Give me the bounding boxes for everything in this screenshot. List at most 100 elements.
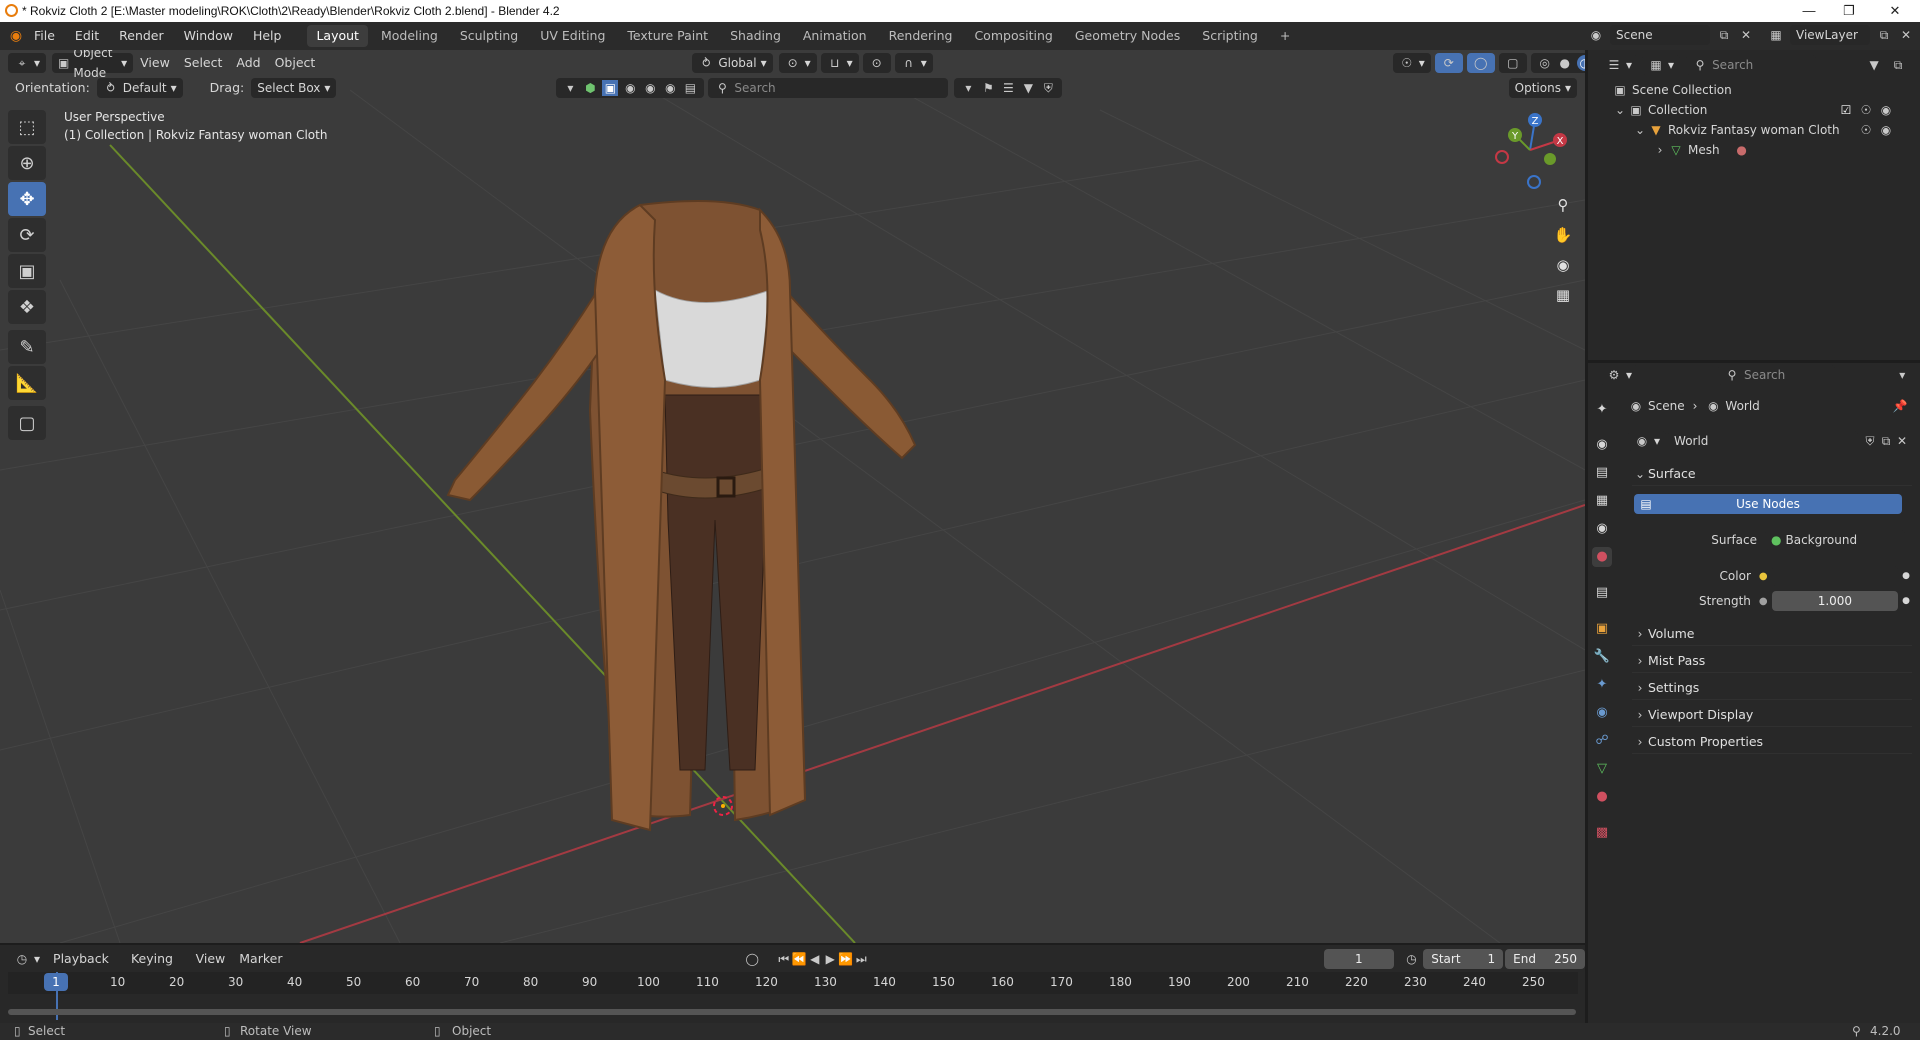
start-frame-field[interactable]: Start 1 bbox=[1423, 949, 1504, 969]
tab-layout[interactable]: Layout bbox=[307, 25, 368, 47]
perspective-toggle-icon[interactable]: ▦ bbox=[1550, 282, 1576, 308]
move-tool[interactable]: ✥ bbox=[8, 182, 46, 216]
physics-tab-icon[interactable]: ◉ bbox=[1592, 703, 1612, 723]
output-tab-icon[interactable]: ▤ bbox=[1592, 463, 1612, 483]
view-layer-tab-icon[interactable]: ▦ bbox=[1592, 491, 1612, 511]
select-box-tool[interactable]: ⬚ bbox=[8, 110, 46, 144]
outliner-row-object[interactable]: ⌄ ▼ Rokviz Fantasy woman Cloth ☉ ◉ bbox=[1632, 120, 1912, 140]
render-tab-icon[interactable]: ◉ bbox=[1592, 435, 1612, 455]
menu-file[interactable]: File bbox=[24, 25, 65, 47]
world-name-field[interactable]: World bbox=[1668, 431, 1859, 451]
collection-tab-icon[interactable]: ▤ bbox=[1592, 583, 1612, 603]
outliner-row-scene-collection[interactable]: ▣ Scene Collection bbox=[1612, 80, 1912, 100]
color-swatch[interactable] bbox=[1771, 566, 1899, 586]
playhead-frame-badge[interactable]: 1 bbox=[44, 973, 68, 991]
visibility-button[interactable]: ☉ ▾ bbox=[1392, 53, 1431, 73]
dropdown-icon[interactable]: ▾ bbox=[960, 80, 976, 96]
timeline-editor-type[interactable]: ◷ ▾ bbox=[8, 949, 47, 969]
navigation-gizmo[interactable]: Z X Y bbox=[1490, 110, 1570, 190]
use-nodes-button[interactable]: ▤ Use Nodes bbox=[1634, 494, 1902, 514]
delete-view-layer-icon[interactable]: ✕ bbox=[1898, 27, 1914, 43]
collapse-panel-icon[interactable]: ▾ bbox=[1895, 367, 1910, 383]
snap-button[interactable]: ⊔ ▾ bbox=[820, 53, 859, 73]
solid-icon[interactable]: ● bbox=[1557, 55, 1573, 71]
3d-viewport[interactable]: ⌖ ▾ ▣ Object Mode ▾ View Select Add Object … bbox=[0, 50, 1585, 943]
world-browse-button[interactable]: ◉ ▾ bbox=[1628, 431, 1667, 451]
tab-modeling[interactable]: Modeling bbox=[372, 25, 447, 47]
bookmark-icon[interactable]: ⚑ bbox=[980, 80, 996, 96]
marker-menu[interactable]: Marker bbox=[232, 949, 289, 969]
end-frame-field[interactable]: End 250 bbox=[1505, 949, 1586, 969]
preview-range-clock-icon[interactable]: ◷ bbox=[1404, 951, 1420, 967]
close-button[interactable]: ✕ bbox=[1872, 0, 1918, 22]
surface-panel-header[interactable]: ⌄ Surface bbox=[1632, 462, 1912, 486]
new-collection-icon[interactable]: ⧉ bbox=[1890, 57, 1906, 73]
add-workspace-button[interactable]: + bbox=[1271, 25, 1299, 47]
constraints-tab-icon[interactable]: ☍ bbox=[1592, 731, 1612, 751]
data-tab-icon[interactable]: ▽ bbox=[1592, 759, 1612, 779]
world-icon[interactable]: ◉ bbox=[662, 80, 678, 96]
tab-animation[interactable]: Animation bbox=[794, 25, 876, 47]
outliner-row-collection[interactable]: ⌄ ▣ Collection ☑ ☉ ◉ bbox=[1612, 100, 1912, 120]
new-view-layer-icon[interactable]: ⧉ bbox=[1876, 27, 1892, 43]
timeline-view-menu[interactable]: View bbox=[189, 949, 233, 969]
object-types-icon[interactable]: ⬢ bbox=[582, 80, 598, 96]
play-icon[interactable]: ▶ bbox=[822, 951, 838, 967]
playback-menu[interactable]: Playback ▾ bbox=[46, 949, 124, 986]
tab-texture-paint[interactable]: Texture Paint bbox=[618, 25, 717, 47]
viewport-search-field[interactable]: ⚲ Search bbox=[708, 78, 949, 98]
material-preview-icon[interactable]: ◑ bbox=[1576, 55, 1585, 71]
tab-compositing[interactable]: Compositing bbox=[965, 25, 1061, 47]
current-frame-field[interactable]: 1 bbox=[1323, 949, 1394, 969]
add-cube-tool[interactable]: ▢ bbox=[8, 406, 46, 440]
proportional-edit-button[interactable]: ⊙ bbox=[862, 53, 891, 73]
tab-scripting[interactable]: Scripting bbox=[1193, 25, 1267, 47]
rotate-tool[interactable]: ⟳ bbox=[8, 218, 46, 252]
collapse-chevron-icon[interactable]: ▾ bbox=[562, 80, 578, 96]
scene-tab-icon[interactable]: ◉ bbox=[1592, 519, 1612, 539]
wireframe-icon[interactable]: ◎ bbox=[1537, 55, 1553, 71]
transform-orientation-selector[interactable]: ⥁ Global ▾ bbox=[692, 53, 773, 73]
duplicate-icon[interactable]: ⧉ bbox=[1878, 433, 1894, 449]
object-tab-icon[interactable]: ▣ bbox=[1592, 619, 1612, 639]
strength-field[interactable]: 1.000 bbox=[1771, 591, 1899, 611]
blender-menu-icon[interactable]: ◉ bbox=[8, 28, 24, 44]
camera-view-icon[interactable]: ◉ bbox=[1550, 252, 1576, 278]
expand-chevron-icon[interactable]: ⌄ bbox=[1632, 122, 1648, 138]
transform-tool[interactable]: ❖ bbox=[8, 290, 46, 324]
node-icon[interactable]: ◉ bbox=[642, 80, 658, 96]
jump-start-icon[interactable]: ⏮ bbox=[776, 951, 792, 967]
measure-tool[interactable]: 📐 bbox=[8, 366, 46, 400]
select-menu[interactable]: Select bbox=[177, 53, 230, 73]
outliner-search-field[interactable]: ⚲ Search bbox=[1686, 55, 1817, 75]
xray-toggle[interactable]: ▢ bbox=[1498, 53, 1527, 73]
sphere-icon[interactable]: ◉ bbox=[622, 80, 638, 96]
world-tab-icon[interactable]: ● bbox=[1592, 547, 1612, 567]
menu-render[interactable]: Render bbox=[109, 25, 174, 47]
viewport-display-panel-header[interactable]: › Viewport Display bbox=[1632, 703, 1912, 727]
menu-help[interactable]: Help bbox=[243, 25, 292, 47]
zoom-icon[interactable]: ⚲ bbox=[1550, 192, 1576, 218]
collapse-chevron-icon[interactable]: › bbox=[1652, 142, 1668, 158]
scale-tool[interactable]: ▣ bbox=[8, 254, 46, 288]
cursor-tool[interactable]: ⊕ bbox=[8, 146, 46, 180]
modifier-tab-icon[interactable]: 🔧 bbox=[1592, 647, 1612, 667]
settings-panel-header[interactable]: › Settings bbox=[1632, 676, 1912, 700]
filter-icon[interactable]: ▼ bbox=[1020, 80, 1036, 96]
image-icon[interactable]: ▤ bbox=[682, 80, 698, 96]
fake-user-shield-icon[interactable]: ⛨ bbox=[1862, 433, 1878, 449]
drag-selector[interactable]: Select Box ▾ bbox=[251, 78, 337, 98]
select-mode-icon[interactable]: ▣ bbox=[602, 80, 619, 96]
volume-panel-header[interactable]: › Volume bbox=[1632, 622, 1912, 646]
display-mode-button[interactable]: ▦ ▾ bbox=[1642, 55, 1681, 75]
pan-hand-icon[interactable]: ✋ bbox=[1550, 222, 1576, 248]
tab-shading[interactable]: Shading bbox=[721, 25, 790, 47]
render-camera-icon[interactable]: ◉ bbox=[1878, 102, 1894, 118]
overlay-toggle[interactable]: ◯ bbox=[1466, 53, 1495, 73]
menu-window[interactable]: Window bbox=[174, 25, 243, 47]
expand-chevron-icon[interactable]: ⌄ bbox=[1612, 102, 1628, 118]
filter-icon[interactable]: ▼ bbox=[1866, 57, 1882, 73]
frame-ruler[interactable]: 1 10 20 30 40 50 60 70 80 90 100 110 120… bbox=[8, 972, 1578, 1020]
particles-tab-icon[interactable]: ✦ bbox=[1592, 675, 1612, 695]
view-menu[interactable]: View bbox=[133, 53, 177, 73]
